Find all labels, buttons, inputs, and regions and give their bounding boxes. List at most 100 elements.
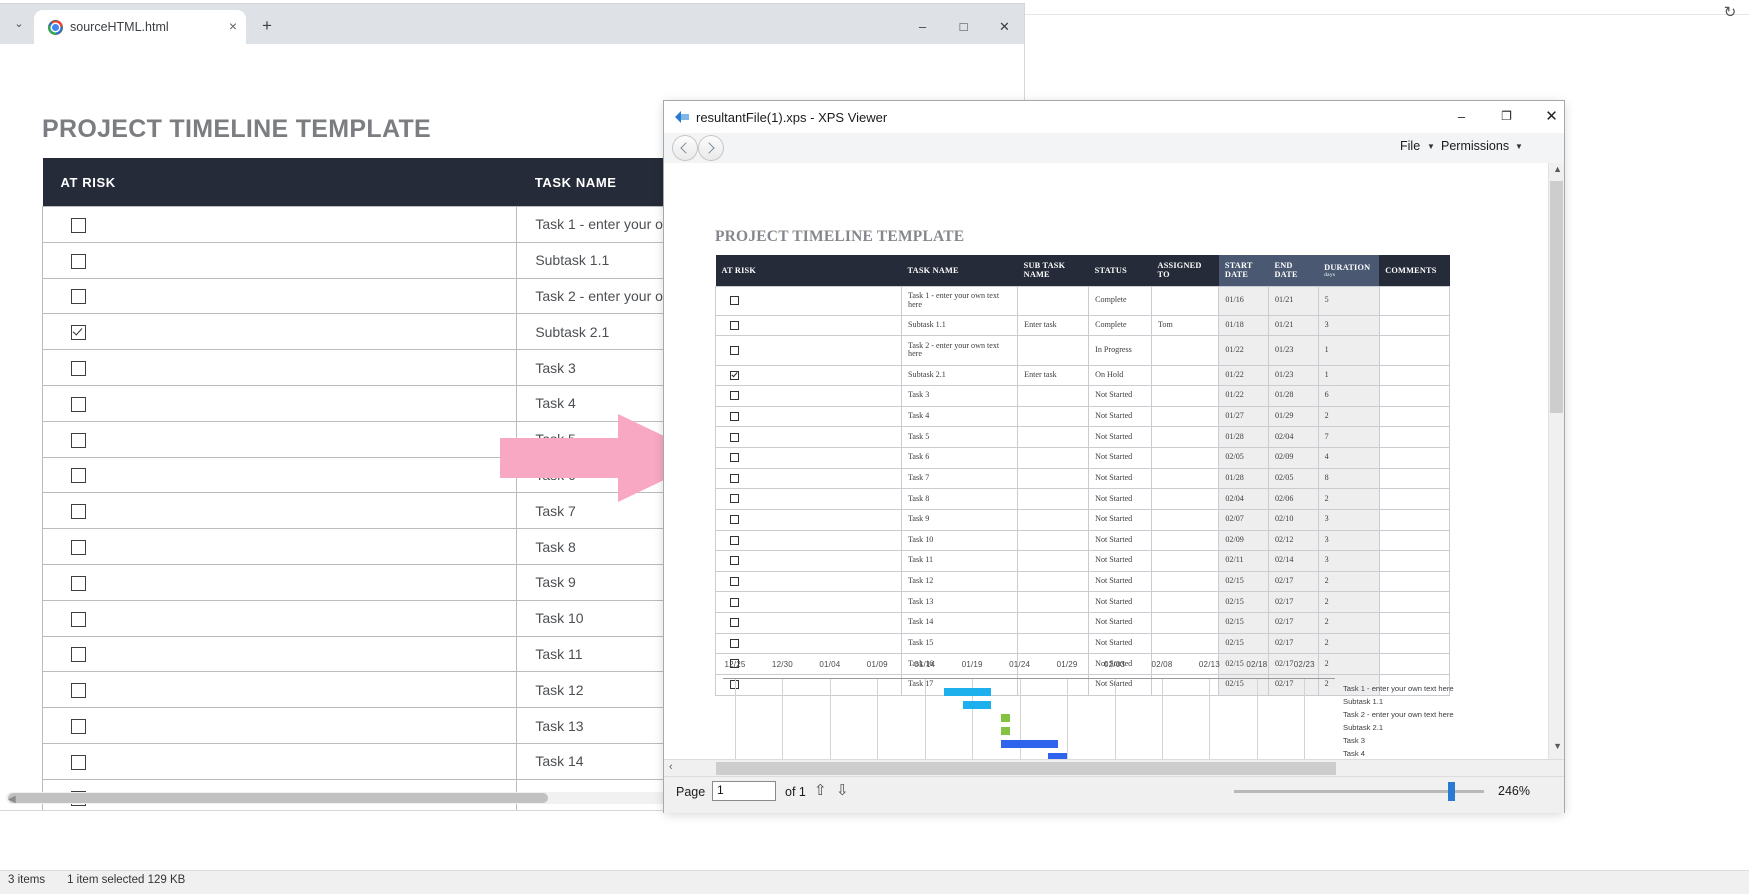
page-horizontal-scrollbar-thumb[interactable] (8, 793, 548, 803)
gantt-gridline (1114, 679, 1116, 759)
page-favicon-icon (48, 20, 63, 35)
at-risk-checkbox[interactable] (71, 396, 86, 412)
xps-vertical-scrollbar-thumb[interactable] (1550, 181, 1563, 413)
at-risk-checkbox[interactable] (730, 453, 739, 463)
at-risk-checkbox[interactable] (71, 289, 86, 305)
xps-col-status: STATUS (1088, 255, 1152, 287)
end-date-cell: 02/10 (1267, 508, 1319, 531)
task-name-cell: Task 8 (901, 488, 1019, 510)
at-risk-checkbox[interactable] (730, 515, 739, 525)
at-risk-checkbox[interactable] (730, 638, 739, 648)
browser-maximize-button[interactable]: □ (941, 12, 986, 42)
at-risk-checkbox[interactable] (730, 535, 739, 545)
at-risk-checkbox[interactable] (730, 576, 739, 586)
at-risk-checkbox[interactable] (730, 391, 739, 401)
xps-horizontal-scrollbar-thumb[interactable] (716, 762, 1336, 775)
assigned-to-cell (1151, 385, 1220, 407)
explorer-item-count: 3 items (8, 874, 46, 886)
duration-cell: 3 (1317, 550, 1380, 572)
at-risk-checkbox[interactable] (730, 320, 739, 330)
xps-col-label: ASSIGNED TO (1157, 261, 1202, 280)
at-risk-checkbox[interactable] (71, 432, 86, 448)
browser-close-button[interactable]: ✕ (982, 12, 1027, 42)
reload-icon[interactable]: ↻ (1721, 4, 1739, 22)
at-risk-checkbox[interactable] (730, 296, 739, 306)
at-risk-checkbox[interactable] (71, 718, 86, 734)
status-cell: Not Started (1088, 426, 1153, 448)
start-date-cell: 01/28 (1218, 467, 1269, 490)
file-menu-chevron-down-icon[interactable]: ▼ (1427, 142, 1435, 151)
at-risk-checkbox[interactable] (71, 754, 86, 770)
at-risk-cell (714, 508, 903, 531)
arrow-up-icon[interactable]: ⇧ (814, 781, 827, 799)
permissions-menu[interactable]: Permissions (1441, 139, 1509, 153)
xps-horizontal-scrollbar[interactable]: ‹ (664, 759, 1564, 777)
end-date-cell: 02/14 (1267, 550, 1319, 572)
xps-maximize-button[interactable]: ❐ (1484, 101, 1529, 132)
at-risk-checkbox[interactable] (71, 360, 86, 376)
end-date-cell: 02/12 (1267, 529, 1319, 552)
at-risk-cell (714, 467, 903, 490)
gantt-tick-label: 02/08 (1151, 660, 1173, 669)
at-risk-checkbox[interactable] (730, 370, 739, 380)
at-risk-cell (714, 285, 903, 316)
file-menu[interactable]: File (1400, 139, 1420, 153)
start-date-cell: 01/28 (1218, 426, 1269, 448)
tab-search-icon[interactable]: ⌄ (8, 14, 30, 36)
at-risk-checkbox[interactable] (730, 432, 739, 442)
browser-minimize-button[interactable]: – (900, 12, 945, 42)
scroll-down-arrow-icon[interactable]: ▼ (1553, 741, 1562, 751)
at-risk-checkbox[interactable] (730, 473, 739, 483)
chevron-down-icon[interactable]: chevron-down-icon (1697, 6, 1713, 22)
table-row: Task 5 Not Started 01/28 02/04 7 (714, 426, 1451, 448)
task-name-cell: Task 14 (901, 612, 1019, 634)
permissions-menu-chevron-down-icon[interactable]: ▼ (1515, 142, 1523, 151)
zoom-slider-track[interactable] (1234, 790, 1484, 793)
assigned-to-cell (1151, 447, 1220, 469)
gantt-gridline (782, 679, 784, 759)
gantt-tick-label: 01/04 (819, 660, 841, 669)
gantt-tick-label: 01/09 (866, 660, 888, 669)
at-risk-checkbox[interactable] (71, 611, 86, 627)
at-risk-checkbox[interactable] (71, 217, 86, 233)
new-tab-button[interactable]: + (256, 16, 278, 38)
gantt-gridline (1304, 679, 1306, 759)
at-risk-checkbox[interactable] (71, 253, 86, 269)
zoom-slider-thumb[interactable] (1448, 782, 1455, 801)
at-risk-checkbox[interactable] (71, 539, 86, 555)
sub-task-name-cell (1017, 426, 1090, 448)
col-at-risk: AT RISK (42, 158, 517, 207)
table-row: Task 9 Not Started 02/07 02/10 3 (714, 508, 1451, 531)
scroll-left-arrow-icon[interactable]: ◀ (8, 794, 16, 805)
at-risk-checkbox[interactable] (71, 647, 86, 663)
xps-minimize-button[interactable]: – (1439, 101, 1484, 132)
at-risk-cell (714, 364, 903, 387)
at-risk-checkbox[interactable] (730, 411, 739, 421)
sub-task-name-cell (1017, 508, 1090, 531)
scroll-up-arrow-icon[interactable]: ▲ (1553, 164, 1562, 174)
at-risk-checkbox[interactable] (71, 468, 86, 484)
arrow-down-icon[interactable]: ⇩ (836, 781, 849, 799)
scroll-left-arrow-icon[interactable]: ‹ (669, 761, 673, 773)
at-risk-checkbox[interactable] (730, 345, 739, 355)
at-risk-cell (41, 277, 518, 315)
status-cell: Not Started (1088, 570, 1153, 593)
nav-forward-circle-icon[interactable] (698, 135, 724, 161)
xps-col-task-name: TASK NAME (901, 255, 1018, 287)
at-risk-checkbox[interactable] (71, 575, 86, 591)
at-risk-checkbox[interactable] (730, 556, 739, 566)
assigned-to-cell (1151, 285, 1220, 316)
at-risk-checkbox[interactable] (71, 683, 86, 699)
at-risk-checkbox[interactable] (730, 494, 739, 504)
at-risk-checkbox[interactable] (730, 597, 739, 607)
gantt-legend-item: Task 1 - enter your own text here (1343, 684, 1454, 693)
comments-cell (1378, 426, 1451, 448)
at-risk-checkbox[interactable] (71, 504, 86, 520)
task-name-cell: Subtask 1.1 (901, 314, 1019, 337)
at-risk-checkbox[interactable] (730, 618, 739, 628)
xps-close-button[interactable]: ✕ (1529, 101, 1574, 132)
gantt-bar (1000, 714, 1011, 722)
close-tab-icon[interactable]: × (224, 18, 242, 36)
nav-back-circle-icon[interactable] (672, 135, 698, 161)
at-risk-checkbox[interactable] (71, 325, 86, 341)
